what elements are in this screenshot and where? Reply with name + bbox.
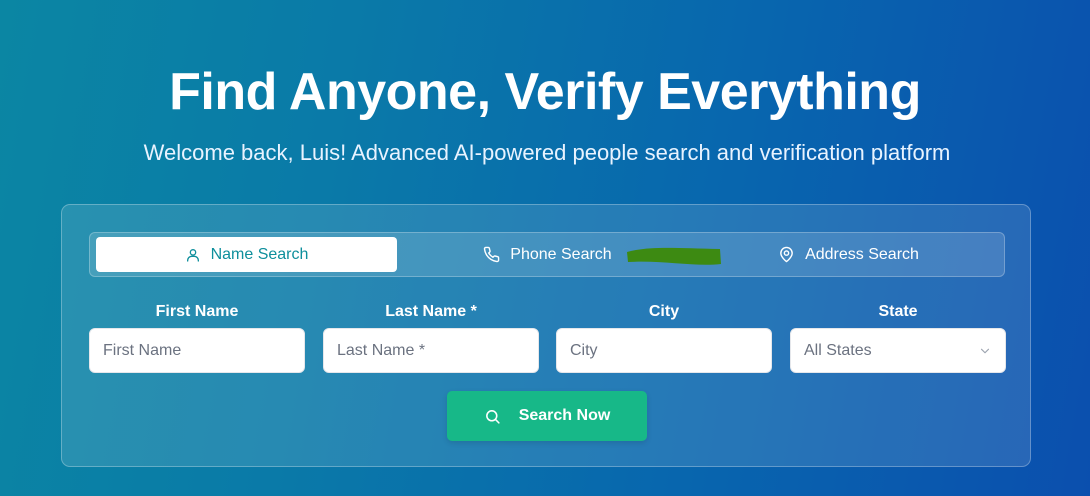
chevron-down-icon	[978, 344, 992, 358]
welcome-subtitle: Welcome back, Luis! Advanced AI-powered …	[143, 140, 951, 165]
last-name-label: Last Name *	[385, 303, 477, 320]
first-name-label: First Name	[155, 303, 239, 320]
tab-name-search[interactable]: Name Search	[96, 237, 397, 272]
state-selected-value: All States	[804, 341, 872, 359]
state-select[interactable]: All States	[790, 328, 1006, 373]
phone-icon	[483, 246, 500, 263]
last-name-field: Last Name *	[323, 302, 539, 373]
tab-label: Phone Search	[510, 245, 612, 263]
scribble-mark	[627, 247, 721, 265]
user-icon	[185, 247, 201, 263]
first-name-input[interactable]	[89, 328, 305, 373]
city-field: City	[556, 302, 772, 373]
last-name-input[interactable]	[323, 328, 539, 373]
tab-address-search[interactable]: Address Search	[698, 237, 999, 272]
city-input[interactable]	[556, 328, 772, 373]
search-icon	[484, 408, 501, 425]
map-pin-icon	[778, 246, 795, 263]
city-label: City	[648, 303, 680, 320]
state-label: State	[878, 303, 918, 320]
search-button-label: Search Now	[518, 407, 611, 424]
first-name-field: First Name	[89, 302, 305, 373]
tab-label: Name Search	[210, 245, 309, 263]
search-card: Name Search Phone Search Address Search …	[61, 204, 1031, 467]
state-field: State All States	[790, 302, 1006, 373]
page-title: Find Anyone, Verify Everything	[169, 63, 921, 121]
tab-label: Address Search	[805, 245, 919, 263]
search-now-button[interactable]: Search Now	[447, 391, 647, 441]
search-type-tabs: Name Search Phone Search Address Search	[89, 232, 1005, 277]
